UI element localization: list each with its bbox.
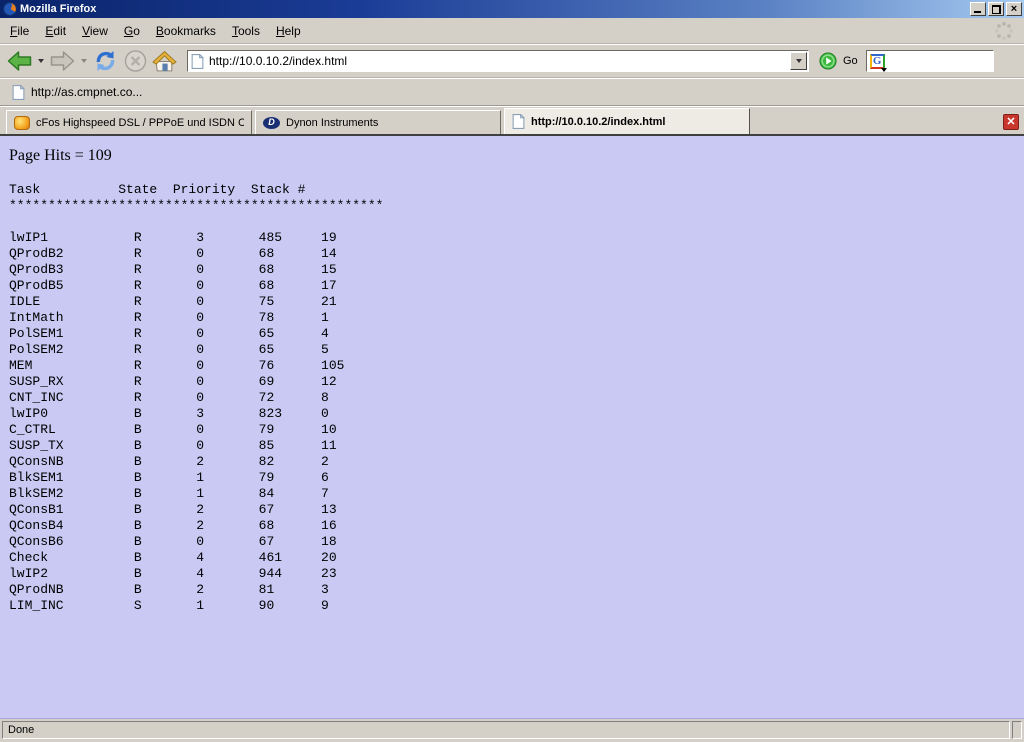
- forward-arrow-icon: [49, 50, 76, 72]
- bookmark-item[interactable]: http://as.cmpnet.co...: [8, 83, 146, 102]
- tab-3[interactable]: http://10.0.10.2/index.html: [504, 108, 750, 134]
- tab-1[interactable]: cFos Highspeed DSL / PPPoE und ISDN CAP.…: [6, 110, 252, 134]
- menu-tools[interactable]: Tools: [224, 20, 268, 42]
- window-title: Mozilla Firefox: [20, 0, 968, 18]
- minimize-button[interactable]: [970, 2, 986, 16]
- page-content: Page Hits = 109 Task State Priority Stac…: [0, 136, 1024, 718]
- back-button[interactable]: [4, 49, 35, 73]
- page-icon: [12, 85, 25, 100]
- menu-bookmarks[interactable]: Bookmarks: [148, 20, 224, 42]
- menu-items: FileEditViewGoBookmarksToolsHelp: [2, 20, 994, 42]
- reload-button[interactable]: [90, 47, 121, 75]
- url-input[interactable]: [209, 54, 790, 68]
- chevron-down-icon[interactable]: [881, 68, 887, 72]
- restore-button[interactable]: [988, 2, 1004, 16]
- cfos-icon: [14, 116, 30, 130]
- back-dropdown-icon[interactable]: [38, 59, 44, 63]
- bookmark-label: http://as.cmpnet.co...: [31, 85, 142, 99]
- page-icon: [512, 114, 525, 129]
- title-bar: Mozilla Firefox ×: [0, 0, 1024, 18]
- browser-window: Mozilla Firefox × FileEditViewGoBookmark…: [0, 0, 1024, 742]
- navigation-toolbar: Go G: [0, 44, 1024, 78]
- status-bar: Done: [0, 718, 1024, 742]
- forward-button[interactable]: [47, 49, 78, 73]
- url-field[interactable]: [187, 50, 809, 72]
- menu-file[interactable]: File: [2, 20, 37, 42]
- go-icon: [819, 52, 837, 70]
- restore-icon: [992, 5, 1001, 14]
- chevron-down-icon: [796, 59, 802, 63]
- home-button[interactable]: [150, 49, 179, 74]
- stop-button[interactable]: [121, 48, 150, 74]
- page-icon: [191, 54, 204, 69]
- menu-view[interactable]: View: [74, 20, 116, 42]
- dynon-icon: D: [263, 117, 280, 129]
- page-hits-text: Page Hits = 109: [9, 147, 1024, 165]
- status-resize-panel: [1012, 721, 1022, 739]
- search-input[interactable]: [891, 54, 990, 68]
- throbber-icon: [994, 21, 1014, 41]
- status-text: Done: [8, 724, 34, 736]
- google-icon: G: [870, 54, 885, 69]
- status-text-panel: Done: [2, 721, 1010, 739]
- back-arrow-icon: [6, 50, 33, 72]
- tab-strip: cFos Highspeed DSL / PPPoE und ISDN CAP.…: [6, 108, 753, 134]
- menu-help[interactable]: Help: [268, 20, 309, 42]
- url-dropdown-button[interactable]: [790, 52, 807, 70]
- close-button[interactable]: ×: [1006, 2, 1022, 16]
- forward-dropdown-icon[interactable]: [81, 59, 87, 63]
- tab-bar: cFos Highspeed DSL / PPPoE und ISDN CAP.…: [0, 106, 1024, 136]
- task-table: Task State Priority Stack # ************…: [9, 182, 1024, 614]
- go-button[interactable]: Go: [819, 52, 858, 70]
- tab-close-button[interactable]: ✕: [1003, 114, 1019, 130]
- stop-icon: [123, 49, 148, 73]
- tab-label: http://10.0.10.2/index.html: [531, 116, 665, 128]
- reload-icon: [92, 48, 119, 74]
- go-label: Go: [843, 55, 858, 67]
- menu-edit[interactable]: Edit: [37, 20, 74, 42]
- tab-label: Dynon Instruments: [286, 117, 378, 129]
- home-icon: [152, 50, 177, 73]
- menu-bar: FileEditViewGoBookmarksToolsHelp: [0, 18, 1024, 44]
- minimize-icon: [974, 11, 981, 13]
- firefox-icon: [3, 2, 17, 16]
- bookmarks-bar: http://as.cmpnet.co...: [0, 78, 1024, 106]
- tab-label: cFos Highspeed DSL / PPPoE und ISDN CAP.…: [36, 117, 244, 129]
- tab-2[interactable]: D Dynon Instruments: [255, 110, 501, 134]
- menu-go[interactable]: Go: [116, 20, 148, 42]
- close-icon: ×: [1011, 4, 1017, 14]
- search-field[interactable]: G: [866, 50, 994, 72]
